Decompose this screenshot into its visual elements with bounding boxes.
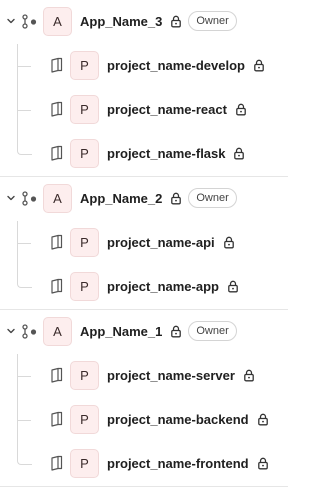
lock-icon	[233, 147, 245, 160]
book-icon	[50, 234, 64, 250]
lock-icon	[170, 15, 182, 28]
book-icon	[50, 101, 64, 117]
group-tree: A App_Name_3 Owner Pproject_name-develop Ppr…	[0, 0, 288, 487]
project-row[interactable]: Pproject_name-backend	[0, 398, 288, 442]
group-name-link[interactable]: App_Name_2	[80, 191, 162, 207]
project-name-link[interactable]: project_name-react	[107, 102, 227, 118]
lock-icon	[243, 369, 255, 382]
project-avatar: P	[70, 228, 99, 257]
project-name-link[interactable]: project_name-api	[107, 235, 215, 251]
project-name-link[interactable]: project_name-develop	[107, 58, 245, 74]
tree-connector	[17, 132, 32, 155]
tree-connector	[17, 420, 31, 421]
project-row[interactable]: Pproject_name-develop	[0, 44, 288, 88]
project-avatar: P	[70, 272, 99, 301]
tree-connector	[17, 442, 32, 465]
project-list: Pproject_name-api Pproject_name-app	[0, 221, 288, 309]
group: A App_Name_3 Owner Pproject_name-develop Ppr…	[0, 0, 288, 176]
project-name-link[interactable]: project_name-backend	[107, 412, 249, 428]
project-avatar: P	[70, 361, 99, 390]
group-row[interactable]: A App_Name_2 Owner	[0, 177, 288, 221]
group-avatar: A	[43, 317, 72, 346]
project-name-link[interactable]: project_name-frontend	[107, 456, 249, 472]
project-row[interactable]: Pproject_name-app	[0, 265, 288, 309]
role-badge: Owner	[188, 11, 237, 31]
group-row[interactable]: A App_Name_1 Owner	[0, 310, 288, 354]
project-name-link[interactable]: project_name-server	[107, 368, 235, 384]
project-row[interactable]: Pproject_name-api	[0, 221, 288, 265]
lock-icon	[235, 103, 247, 116]
project-avatar: P	[70, 51, 99, 80]
book-icon	[50, 57, 64, 73]
lock-icon	[223, 236, 235, 249]
project-row[interactable]: Pproject_name-react	[0, 88, 288, 132]
lock-icon	[170, 325, 182, 338]
book-icon	[50, 367, 64, 383]
group: A App_Name_2 Owner Pproject_name-api Pprojec…	[0, 177, 288, 309]
tree-connector	[17, 110, 31, 111]
group-icon	[21, 323, 39, 341]
role-badge: Owner	[188, 188, 237, 208]
role-badge: Owner	[188, 321, 237, 341]
group-avatar: A	[43, 7, 72, 36]
lock-icon	[227, 280, 239, 293]
tree-connector	[17, 265, 32, 288]
chevron-down-icon[interactable]	[4, 324, 18, 338]
project-avatar: P	[70, 405, 99, 434]
group-icon	[21, 190, 39, 208]
project-row[interactable]: Pproject_name-frontend	[0, 442, 288, 486]
project-avatar: P	[70, 449, 99, 478]
lock-icon	[253, 59, 265, 72]
tree-connector	[17, 243, 31, 244]
book-icon	[50, 145, 64, 161]
project-list: Pproject_name-server Pproject_name-backen…	[0, 354, 288, 486]
project-avatar: P	[70, 95, 99, 124]
group: A App_Name_1 Owner Pproject_name-server Ppro…	[0, 310, 288, 486]
book-icon	[50, 411, 64, 427]
group-row[interactable]: A App_Name_3 Owner	[0, 0, 288, 44]
project-avatar: P	[70, 139, 99, 168]
book-icon	[50, 455, 64, 471]
tree-connector	[17, 66, 31, 67]
tree-connector	[17, 376, 31, 377]
project-name-link[interactable]: project_name-flask	[107, 146, 226, 162]
book-icon	[50, 278, 64, 294]
chevron-down-icon[interactable]	[4, 191, 18, 205]
lock-icon	[170, 192, 182, 205]
lock-icon	[257, 413, 269, 426]
project-row[interactable]: Pproject_name-flask	[0, 132, 288, 176]
group-name-link[interactable]: App_Name_3	[80, 14, 162, 30]
group-avatar: A	[43, 184, 72, 213]
lock-icon	[257, 457, 269, 470]
project-name-link[interactable]: project_name-app	[107, 279, 219, 295]
group-name-link[interactable]: App_Name_1	[80, 324, 162, 340]
project-list: Pproject_name-develop Pproject_name-react…	[0, 44, 288, 176]
project-row[interactable]: Pproject_name-server	[0, 354, 288, 398]
group-icon	[21, 13, 39, 31]
chevron-down-icon[interactable]	[4, 14, 18, 28]
